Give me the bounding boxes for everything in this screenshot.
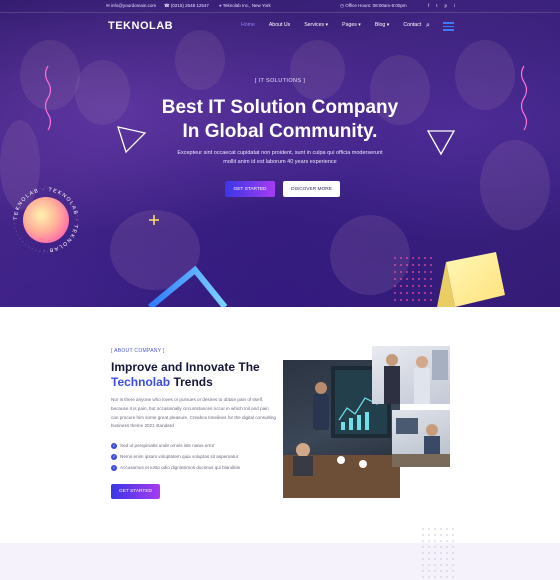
search-icon[interactable]: ⌕ <box>426 22 430 30</box>
discover-more-button[interactable]: DISCOVER MORE <box>283 181 340 197</box>
check-text: Nemo enim ipsam voluptatem quia voluptas… <box>120 454 239 459</box>
about-eyebrow: [ ABOUT COMPANY ] <box>111 348 165 354</box>
phone-text: (0215) 2648 12547 <box>170 3 209 8</box>
nav-blog[interactable]: Blog ▾ <box>375 22 389 28</box>
dot-grid-about <box>422 528 454 578</box>
nav-home[interactable]: Home <box>241 22 255 28</box>
instagram-icon[interactable]: i <box>454 3 455 8</box>
cube-shape <box>446 252 505 307</box>
check-icon: ✓ <box>111 453 117 460</box>
email-info[interactable]: ✉ info@yourdomain.com <box>106 3 156 9</box>
hero-title-line1: Best IT Solution Company <box>161 97 399 118</box>
about-title-line2: Technolab Trends <box>111 375 260 390</box>
hamburger-menu-icon[interactable] <box>443 22 454 33</box>
phone-icon: ☎ <box>164 3 171 8</box>
rotating-badge: TEKNOLAB · TEKNOLAB · TEKNOLAB · <box>13 187 79 253</box>
pinterest-icon[interactable]: p <box>445 3 448 8</box>
phone-info[interactable]: ☎ (0215) 2648 12547 <box>164 3 209 9</box>
check-text: Sed ut perspiciatis unde omnis iste natu… <box>120 443 215 448</box>
top-info-bar: ✉ info@yourdomain.com ☎ (0215) 2648 1254… <box>0 0 560 12</box>
check-icon: ✓ <box>111 442 117 449</box>
nav-pages[interactable]: Pages ▾ <box>342 22 361 28</box>
nav-links: Home About Us Services ▾ Pages ▾ Blog ▾ … <box>241 22 435 28</box>
triangle-bottom <box>148 265 228 307</box>
hero-desc-line1: Excepteur sint occaecat cupidatat non pr… <box>177 150 383 156</box>
office-photo-top <box>372 346 450 404</box>
hero-title-line2: In Global Community. <box>182 121 378 142</box>
nav-about[interactable]: About Us <box>269 22 290 28</box>
email-text: info@yourdomain.com <box>111 3 157 8</box>
about-title-rest: Trends <box>170 375 213 389</box>
about-title-accent: Technolab <box>111 375 171 389</box>
nav-services[interactable]: Services ▾ <box>304 22 328 28</box>
office-photo-illustration <box>392 418 450 467</box>
hero-description: Excepteur sint occaecat cupidatat non pr… <box>0 149 560 167</box>
office-photo-bottom <box>392 410 450 467</box>
badge-text: TEKNOLAB · TEKNOLAB · TEKNOLAB · <box>13 187 78 253</box>
social-links: f t p i <box>428 3 455 8</box>
hours-text: Office Hours: 08:00am-6:00pm <box>345 3 407 8</box>
svg-text:TEKNOLAB · TEKNOLAB · TEKNOLAB: TEKNOLAB · TEKNOLAB · TEKNOLAB · <box>13 187 79 253</box>
office-photo-illustration <box>384 350 448 404</box>
hero-section: TEKNOLAB · TEKNOLAB · TEKNOLAB · ✉ info@… <box>0 0 560 307</box>
about-section <box>0 307 560 580</box>
nav-contact[interactable]: Contact <box>403 22 421 28</box>
main-nav: TEKNOLAB Home About Us Services ▾ Pages … <box>0 14 560 38</box>
about-get-started-button[interactable]: GET STARTED <box>111 484 160 499</box>
next-section-background <box>0 543 560 580</box>
about-description: Nor is there anyone who loves or pursues… <box>111 397 276 429</box>
check-icon: ✓ <box>111 464 117 471</box>
hero-title: Best IT Solution Company In Global Commu… <box>0 96 560 144</box>
list-item: ✓ Sed ut perspiciatis unde omnis iste nat… <box>111 440 240 451</box>
hours-info: ◷ Office Hours: 08:00am-6:00pm <box>340 3 407 9</box>
check-text: Accusamus et iusto odio dignissimos duci… <box>120 465 241 470</box>
about-title: Improve and Innovate The Technolab Trend… <box>111 360 260 390</box>
topbar-divider <box>0 12 560 13</box>
get-started-button[interactable]: GET STARTED <box>225 181 275 197</box>
address-info: ⌖ Teknolab Inc., New York <box>219 3 271 8</box>
list-item: ✓ Accusamus et iusto odio dignissimos duc… <box>111 462 240 473</box>
feature-checklist: ✓ Sed ut perspiciatis unde omnis iste nat… <box>111 440 240 473</box>
dot-grid-hero <box>394 257 432 301</box>
list-item: ✓ Nemo enim ipsam voluptatem quia volupta… <box>111 451 240 462</box>
facebook-icon[interactable]: f <box>428 3 429 8</box>
logo[interactable]: TEKNOLAB <box>108 20 173 32</box>
twitter-icon[interactable]: t <box>436 3 437 8</box>
hero-eyebrow: [ IT SOLUTIONS ] <box>254 78 306 84</box>
plus-shape <box>149 215 159 225</box>
address-text: Teknolab Inc., New York <box>222 3 271 8</box>
about-title-line1: Improve and Innovate The <box>111 360 260 374</box>
hero-desc-line2: mollit anim id est laborum 40 years expe… <box>223 159 337 165</box>
